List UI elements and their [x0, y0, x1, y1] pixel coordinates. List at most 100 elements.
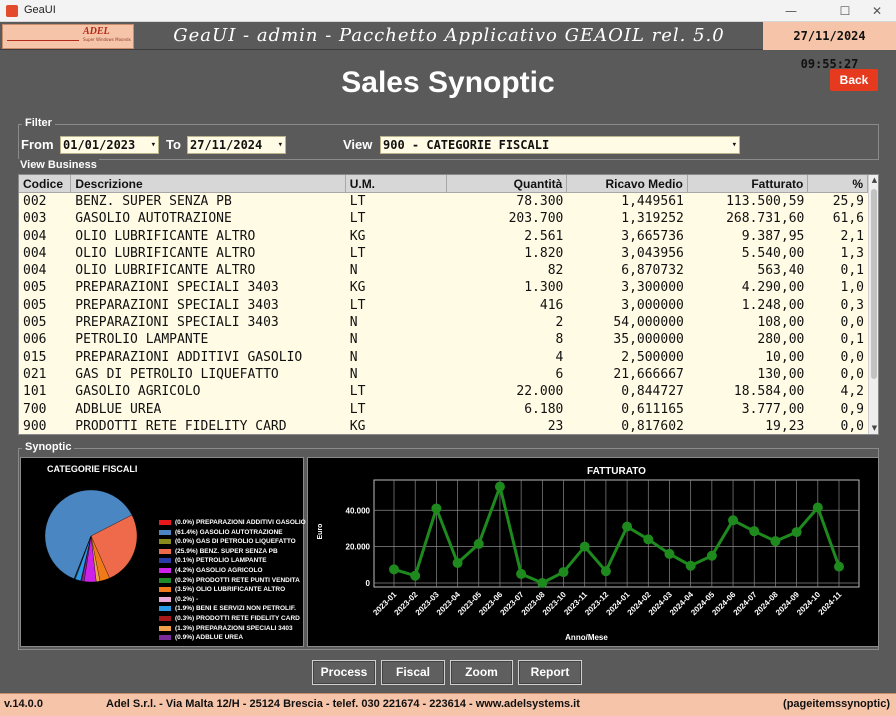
- table-cell: 6: [555, 366, 564, 382]
- from-date-value: 01/01/2023: [63, 138, 136, 152]
- table-cell: 3,300000: [621, 280, 684, 296]
- logo-subtext: Super Windows Moondx: [83, 37, 131, 42]
- table-cell: 21,666667: [613, 366, 684, 382]
- process-button[interactable]: Process: [312, 660, 376, 685]
- table-cell: 004: [23, 228, 47, 244]
- data-point: [452, 558, 463, 568]
- pie-legend-item: (0.9%) ADBLUE UREA: [159, 633, 243, 642]
- table-row[interactable]: 700 ADBLUE UREA LT 6.180 0,611165 3.777,00 0,9: [19, 401, 868, 418]
- table-row[interactable]: 005 PREPARAZIONI SPECIALI 3403 LT 416 3,0000…: [19, 297, 868, 314]
- table-cell: 2,500000: [621, 349, 684, 365]
- business-legend: View Business: [18, 159, 99, 171]
- to-date-value: 27/11/2024: [190, 138, 263, 152]
- table-cell: 78.300: [516, 194, 564, 209]
- table-row[interactable]: 005 PREPARAZIONI SPECIALI 3403 KG 1.300 3,30…: [19, 279, 868, 296]
- table-cell: 19,23: [765, 418, 805, 434]
- column-header[interactable]: %: [808, 175, 869, 193]
- table-cell: 10,00: [765, 349, 805, 365]
- data-point: [516, 568, 527, 579]
- chevron-down-icon[interactable]: ▾: [732, 137, 737, 153]
- pie-legend-item: (0.0%) PREPARAZIONI ADDITIVI GASOLIO: [159, 518, 306, 527]
- table-cell: 0,1: [840, 332, 865, 348]
- table-cell: 22.000: [516, 384, 564, 400]
- table-cell: N: [349, 349, 358, 365]
- table-cell: N: [349, 263, 358, 279]
- x-tick-label: 2024-11: [817, 590, 844, 617]
- table-row[interactable]: 003 GASOLIO AUTOTRAZIONE LT 203.700 1,319252…: [19, 210, 868, 227]
- legend-swatch: [159, 539, 171, 545]
- legend-label: (0.3%) PRODOTTI RETE FIDELITY CARD: [175, 615, 300, 622]
- table-row[interactable]: 005 PREPARAZIONI SPECIALI 3403 N 2 54,000000…: [19, 314, 868, 331]
- current-datetime: 27/11/2024 09:55:27: [763, 22, 896, 71]
- scroll-up-icon[interactable]: ▲: [869, 175, 878, 186]
- table-row[interactable]: 021 GAS DI PETROLIO LIQUEFATTO N 6 21,666667…: [19, 366, 868, 383]
- synoptic-legend: Synoptic: [22, 441, 75, 453]
- data-point: [685, 560, 696, 571]
- table-row[interactable]: 006 PETROLIO LAMPANTE N 8 35,000000 280,00 0,1: [19, 331, 868, 348]
- report-button[interactable]: Report: [518, 660, 582, 685]
- series-line: [393, 481, 841, 585]
- table-cell: 005: [23, 280, 47, 296]
- data-point: [494, 481, 505, 492]
- table-cell: 0,0: [840, 349, 865, 365]
- table-row[interactable]: 015 PREPARAZIONI ADDITIVI GASOLIO N 4 2,5000…: [19, 349, 868, 366]
- table-cell: GAS DI PETROLIO LIQUEFATTO: [75, 366, 279, 382]
- data-point: [410, 570, 421, 581]
- pie-legend-item: (0.2%) -: [159, 595, 198, 604]
- table-cell: 005: [23, 297, 47, 313]
- table-cell: LT: [349, 401, 366, 417]
- data-point: [728, 515, 739, 526]
- data-point: [622, 521, 633, 532]
- column-header[interactable]: Descrizione: [71, 175, 346, 193]
- table-cell: 35,000000: [613, 332, 684, 348]
- view-select[interactable]: 900 - CATEGORIE FISCALI ▾: [380, 136, 740, 154]
- table-row[interactable]: 004 OLIO LUBRIFICANTE ALTRO LT 1.820 3,04395…: [19, 245, 868, 262]
- fiscal-button[interactable]: Fiscal: [381, 660, 445, 685]
- legend-swatch: [159, 520, 171, 525]
- column-header[interactable]: Codice: [19, 175, 72, 193]
- table-cell: 006: [23, 332, 47, 348]
- column-header[interactable]: Ricavo Medio: [567, 175, 688, 193]
- pie-legend-item: (25.9%) BENZ. SUPER SENZA PB: [159, 547, 278, 556]
- table-row[interactable]: 004 OLIO LUBRIFICANTE ALTRO KG 2.561 3,66573…: [19, 228, 868, 245]
- table-row[interactable]: 004 OLIO LUBRIFICANTE ALTRO N 82 6,870732 563…: [19, 262, 868, 279]
- chevron-down-icon[interactable]: ▾: [151, 137, 156, 153]
- footer: v.14.0.0 Adel S.r.l. - Via Malta 12/H - …: [0, 693, 896, 716]
- column-header[interactable]: U.M.: [345, 175, 447, 193]
- table-cell: 700: [23, 401, 47, 417]
- table-cell: 280,00: [757, 332, 805, 348]
- pie-chart: [44, 489, 138, 583]
- table-cell: 1.300: [524, 280, 564, 296]
- chevron-down-icon[interactable]: ▾: [278, 137, 283, 153]
- pie-legend-item: (0.1%) PETROLIO LAMPANTE: [159, 556, 267, 565]
- y-tick-label: 20.000: [346, 543, 371, 552]
- data-point: [791, 527, 802, 538]
- company-info: Adel S.r.l. - Via Malta 12/H - 25124 Bre…: [106, 698, 580, 710]
- line-chart-panel: FATTURATO 0 20.000 40.000 2023-01 2023-02 2023…: [307, 457, 879, 647]
- zoom-button[interactable]: Zoom: [450, 660, 513, 685]
- table-row[interactable]: 002 BENZ. SUPER SENZA PB LT 78.300 1,449561 1…: [19, 193, 868, 210]
- table-scrollbar[interactable]: ▲ ▼: [868, 175, 878, 434]
- view-select-value: 900 - CATEGORIE FISCALI: [383, 138, 550, 152]
- back-button[interactable]: Back: [830, 69, 878, 91]
- column-header[interactable]: Fatturato: [687, 175, 809, 193]
- pie-chart-title: CATEGORIE FISCALI: [47, 464, 138, 474]
- table-cell: 6.180: [524, 401, 564, 417]
- data-point: [770, 536, 781, 547]
- pie-legend-item: (0.3%) PRODOTTI RETE FIDELITY CARD: [159, 614, 300, 623]
- maximize-icon[interactable]: ☐: [830, 2, 860, 20]
- from-date-input[interactable]: 01/01/2023 ▾: [60, 136, 159, 154]
- scroll-down-icon[interactable]: ▼: [869, 423, 878, 434]
- table-cell: 2: [555, 315, 564, 331]
- column-header[interactable]: Quantità: [446, 175, 568, 193]
- from-label: From: [21, 137, 54, 152]
- table-row[interactable]: 101 GASOLIO AGRICOLO LT 22.000 0,844727 18.58…: [19, 383, 868, 400]
- to-date-input[interactable]: 27/11/2024 ▾: [187, 136, 286, 154]
- minimize-icon[interactable]: —: [776, 2, 806, 20]
- scroll-thumb[interactable]: [871, 189, 877, 379]
- legend-label: (1.9%) BENI E SERVIZI NON PETROLIF.: [175, 605, 296, 613]
- close-icon[interactable]: ✕: [862, 2, 892, 20]
- table-cell: 8: [555, 332, 564, 348]
- table-row[interactable]: 900 PRODOTTI RETE FIDELITY CARD KG 23 0,8176…: [19, 418, 868, 434]
- legend-label: (1.3%) PREPARAZIONI SPECIALI 3403: [175, 624, 293, 632]
